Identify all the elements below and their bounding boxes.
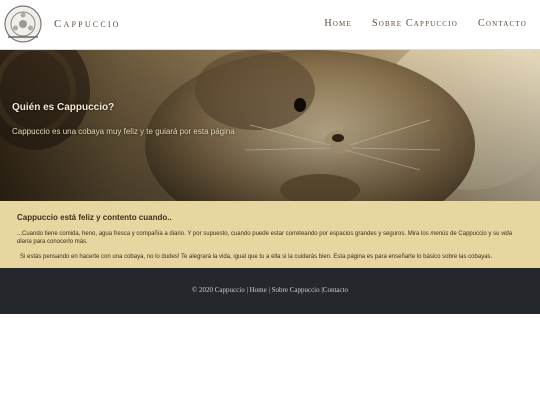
main-nav: Home Sobre Cappuccio Contacto bbox=[324, 18, 527, 29]
hero-banner: Quién es Cappuccio? Cappuccio es una cob… bbox=[0, 50, 540, 201]
footer-copyright: © 2020 Cappuccio | bbox=[191, 286, 248, 294]
hero-subtitle: Cappuccio es una cobaya muy feliz y te g… bbox=[12, 127, 235, 136]
hero-title: Quién es Cappuccio? bbox=[12, 102, 115, 113]
info-p1-text-b: de Cappuccio y su bbox=[448, 231, 502, 237]
menus-text: menús bbox=[430, 231, 449, 237]
site-header: Cappuccio Home Sobre Cappuccio Contacto bbox=[0, 0, 540, 50]
nav-sobre-cappuccio[interactable]: Sobre Cappuccio bbox=[372, 18, 458, 29]
footer-link-home[interactable]: Home bbox=[250, 286, 267, 294]
site-brand[interactable]: Cappuccio bbox=[54, 18, 121, 30]
nav-contacto[interactable]: Contacto bbox=[478, 18, 527, 29]
site-footer: © 2020 Cappuccio | Home | Sobre Cappucci… bbox=[0, 268, 540, 314]
camera-reel-icon[interactable] bbox=[3, 4, 43, 44]
guinea-pig-photo bbox=[0, 50, 540, 201]
footer-link-sobre-cappuccio[interactable]: Sobre Cappuccio bbox=[272, 286, 320, 294]
nav-home[interactable]: Home bbox=[324, 18, 352, 29]
footer-link-contacto[interactable]: Contacto bbox=[323, 286, 348, 294]
page-blank-area bbox=[0, 314, 540, 405]
info-paragraph-2: Si estás pensando en hacerte con una cob… bbox=[20, 254, 493, 260]
info-p1-text-c: para conocerlo más. bbox=[31, 239, 88, 245]
info-paragraph-1: ...Cuando tiene comida, heno, agua fresc… bbox=[17, 230, 523, 246]
info-section: Cappuccio está feliz y contento cuando..… bbox=[0, 201, 540, 268]
info-p1-text-a: ...Cuando tiene comida, heno, agua fresc… bbox=[17, 231, 431, 237]
info-title: Cappuccio está feliz y contento cuando.. bbox=[17, 213, 172, 222]
footer-separator: | bbox=[268, 286, 270, 294]
